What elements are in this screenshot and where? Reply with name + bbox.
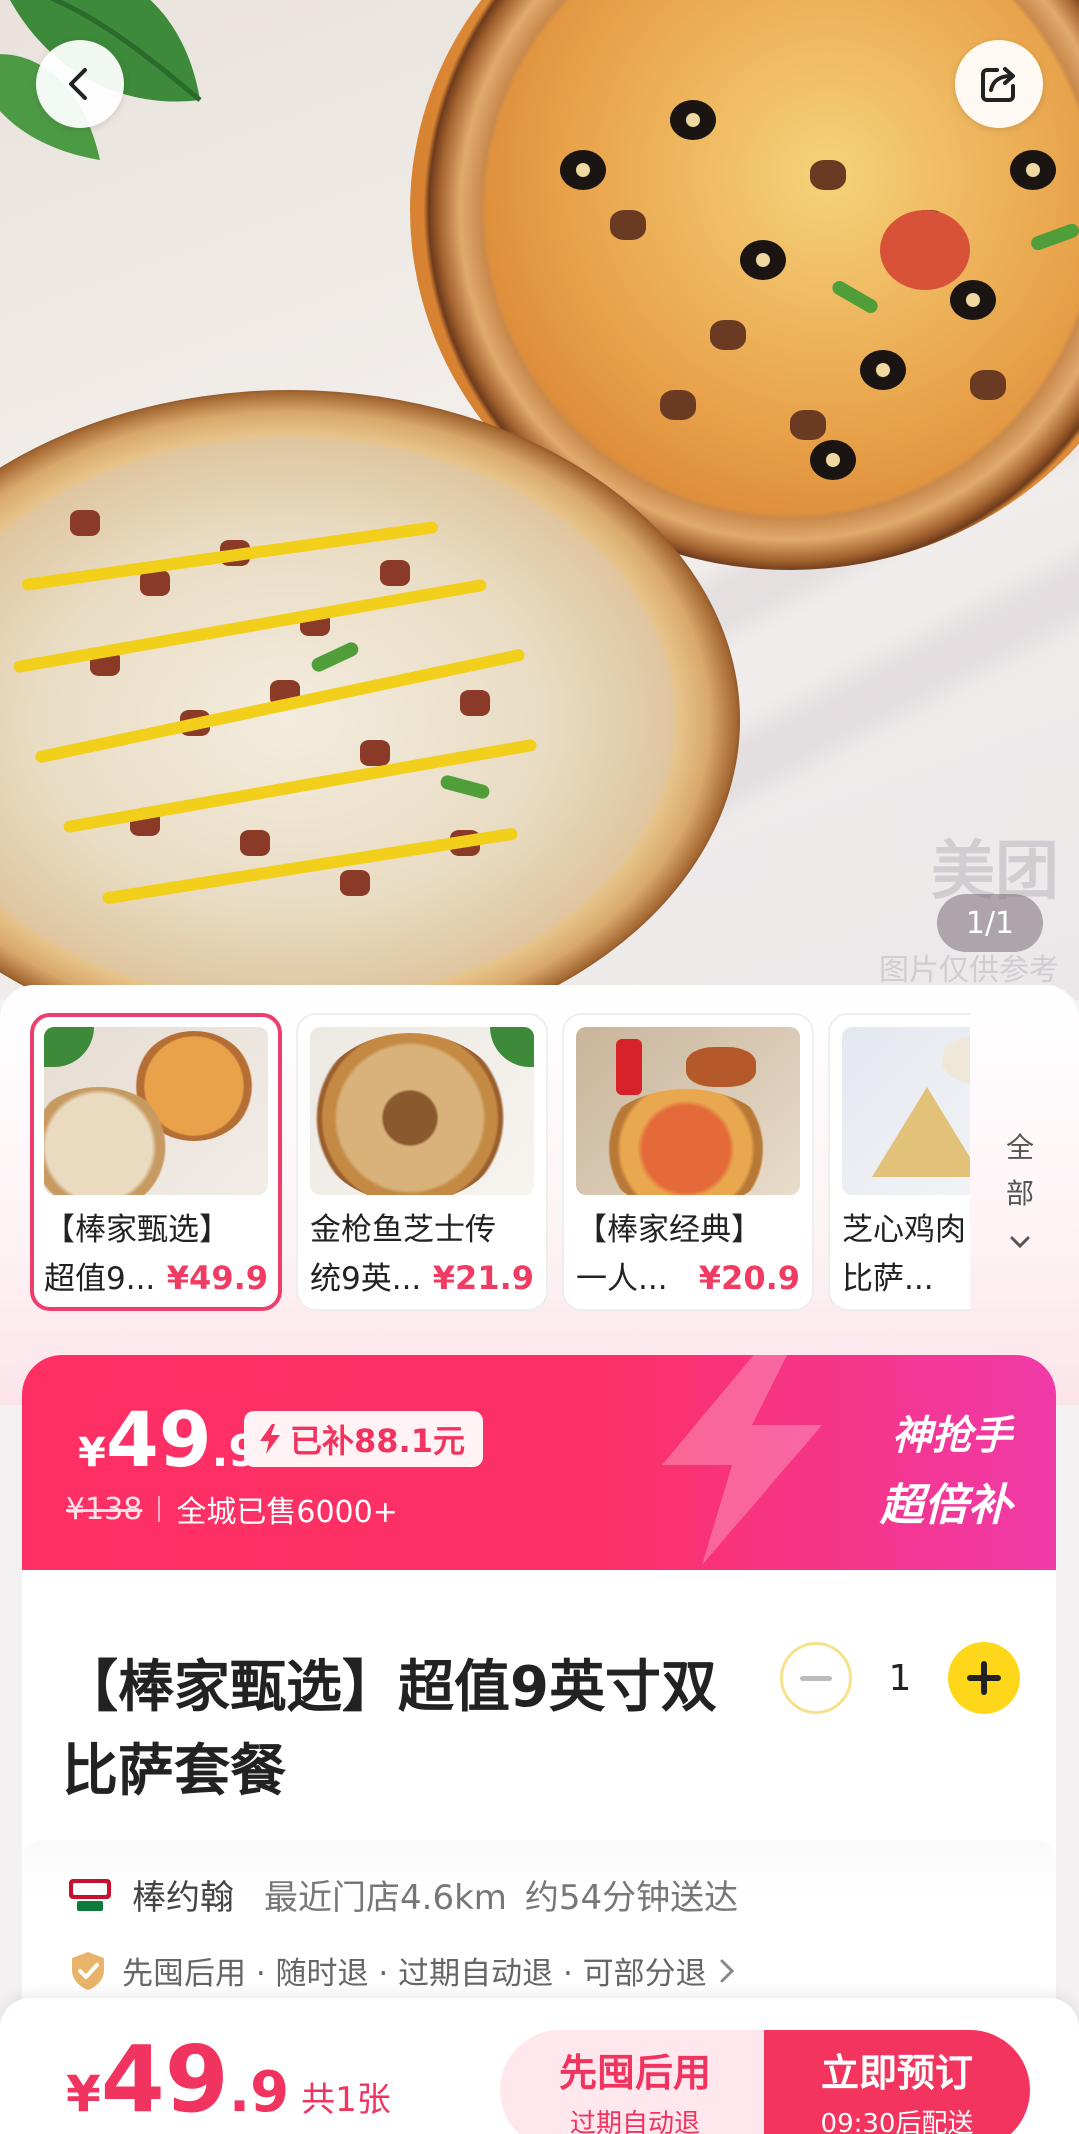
original-price: ¥138 (66, 1491, 143, 1527)
sku-name: 金枪鱼芝士传 (310, 1212, 496, 1248)
store-distance: 最近门店4.6km (264, 1878, 507, 1918)
decrease-button[interactable] (780, 1642, 852, 1714)
guarantee-row[interactable]: 先囤后用 · 随时退 · 过期自动退 · 可部分退 (66, 1948, 735, 1993)
store-logo (66, 1872, 114, 1917)
sku-thumbnail (842, 1027, 970, 1195)
chevron-left-icon (69, 68, 87, 100)
sku-name: 芝心鸡肉 (842, 1212, 966, 1248)
lightning-icon (662, 1355, 822, 1565)
sku-name-cont: 一人... (576, 1261, 668, 1297)
book-now-button[interactable]: 立即预订 09:30后配送 (764, 2030, 1030, 2134)
minus-icon (800, 1675, 832, 1681)
image-counter: 1/1 (937, 894, 1043, 952)
chevron-down-icon (1010, 1236, 1030, 1249)
total-price: ¥ 49 .9 共1张 (66, 2026, 391, 2133)
product-image-gallery[interactable]: 美团 图片仅供参考 1/1 (0, 0, 1079, 1000)
price-banner: ¥ 49 .9 已补88.1元 ¥138 全城已售6000+ 神抢手 超倍补 (22, 1355, 1056, 1577)
subsidy-badge: 已补88.1元 (244, 1411, 483, 1467)
sku-thumbnail (310, 1027, 534, 1195)
sku-name: 【棒家甄选】 (44, 1212, 230, 1248)
quantity-value: 1 (888, 1657, 912, 1699)
buy-now-use-later-button[interactable]: 先囤后用 过期自动退 (500, 2030, 770, 2134)
delivery-time: 约54分钟送达 (524, 1878, 739, 1918)
sku-name: 【棒家经典】 (576, 1212, 762, 1248)
shield-check-icon (72, 1951, 104, 1990)
sku-thumbnail (576, 1027, 800, 1195)
sku-card[interactable]: 【棒家经典】 一人... ¥20.9 (562, 1013, 814, 1311)
current-price: ¥ 49 .9 (78, 1395, 259, 1484)
product-title: 【棒家甄选】超值9英寸双比萨套餐 (62, 1655, 717, 1804)
sku-name-cont: 统9英... (310, 1261, 422, 1297)
share-icon (981, 67, 1015, 102)
chevron-right-icon (720, 1959, 734, 1982)
guarantee-text: 先囤后用 · 随时退 · 过期自动退 · 可部分退 (122, 1956, 707, 1992)
sku-card[interactable]: 金枪鱼芝士传 统9英... ¥21.9 (296, 1013, 548, 1311)
sku-price: ¥21.9 (432, 1259, 534, 1297)
increase-button[interactable] (948, 1642, 1020, 1714)
sku-card[interactable]: 【棒家甄选】 超值9... ¥49.9 (30, 1013, 282, 1311)
view-all-button[interactable]: 全 部 (990, 1125, 1050, 1263)
sku-name-cont: 超值9... (44, 1261, 156, 1297)
quantity-stepper: 1 (780, 1642, 1020, 1714)
sku-list[interactable]: 【棒家甄选】 超值9... ¥49.9 金枪鱼芝士传 统9英... ¥21.9 (30, 1013, 970, 1313)
bottom-action-bar: ¥ 49 .9 共1张 先囤后用 过期自动退 立即预订 09:30后配送 (0, 1998, 1079, 2134)
store-name: 棒约翰 (132, 1878, 234, 1918)
sku-name-cont: 比萨... (842, 1261, 934, 1297)
sku-selector: 【棒家甄选】 超值9... ¥49.9 金枪鱼芝士传 统9英... ¥21.9 (0, 985, 1079, 1405)
price-subline: ¥138 全城已售6000+ (66, 1487, 398, 1531)
sku-thumbnail (44, 1027, 268, 1195)
sku-price: ¥49.9 (166, 1259, 268, 1297)
promo-tag: 神抢手 超倍补 (880, 1413, 1012, 1531)
back-button[interactable] (36, 40, 124, 128)
view-all-label-2: 部 (1005, 1177, 1034, 1210)
sku-price: ¥20.9 (698, 1259, 800, 1297)
sku-card[interactable]: 芝心鸡肉 比萨... ¥ (828, 1013, 970, 1311)
ticket-count: 共1张 (301, 2080, 391, 2120)
product-info: 【棒家甄选】超值9英寸双比萨套餐 1 棒约翰 最近门店4.6km 约54分钟送达 (22, 1570, 1056, 2040)
view-all-label: 全 (1005, 1131, 1034, 1164)
sold-count: 全城已售6000+ (176, 1495, 398, 1530)
share-button[interactable] (955, 40, 1043, 128)
lightning-icon (260, 1424, 280, 1454)
